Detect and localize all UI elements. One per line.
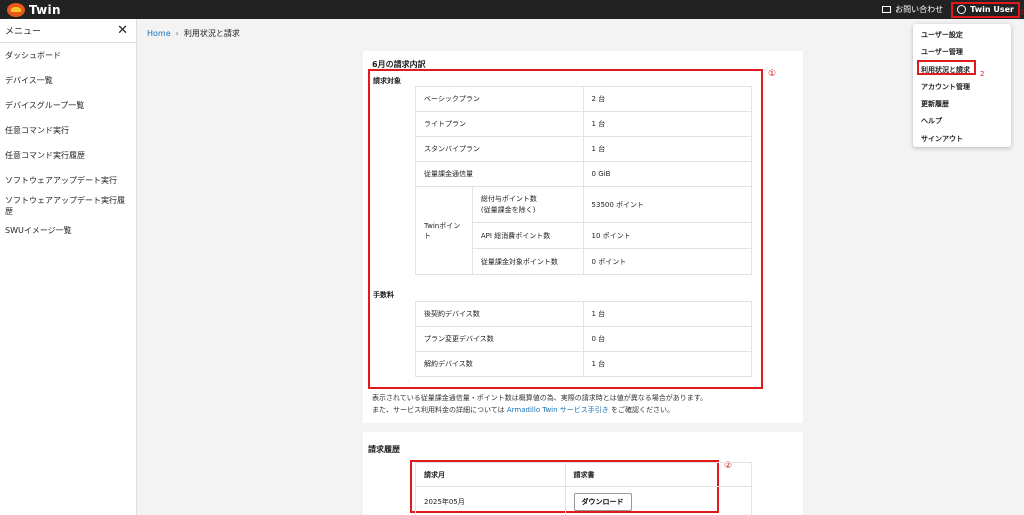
menu-item-user-settings[interactable]: ユーザー設定 — [921, 30, 963, 40]
menu-item-sign-out[interactable]: サインアウト — [921, 134, 963, 144]
plan-name: ライトプラン — [415, 111, 584, 137]
sidebar-item-label: ダッシュボード — [5, 51, 61, 60]
fee-name: 解約デバイス数 — [415, 351, 584, 377]
user-dropdown-menu: ユーザー設定 ユーザー管理 利用状況と請求 アカウント管理 更新履歴 ヘルプ サ… — [913, 24, 1011, 147]
billing-target-table: ベーシックプラン 2 台 ライトプラン 1 台 スタンバイプラン 1 台 従量課… — [415, 86, 753, 275]
points-name: 総付与ポイント数 (従量課金を除く) — [471, 186, 584, 223]
note-text: また、サービス利用料金の詳細については — [372, 406, 505, 414]
logo[interactable]: Twin — [7, 2, 61, 17]
service-guide-link[interactable]: Armadillo Twin サービス手引き — [507, 406, 609, 414]
breadcrumb-current: 利用状況と請求 — [183, 29, 240, 38]
column-header-month: 請求月 — [415, 462, 566, 487]
points-name: API 総消費ポイント数 — [471, 222, 584, 249]
annotation-marker-circle-1: ① — [768, 69, 777, 79]
fee-value: 1 台 — [582, 351, 752, 377]
annotation-marker-1: 1 — [1020, 9, 1024, 16]
sidebar-item-devices[interactable]: デバイス一覧 — [0, 68, 136, 93]
fees-label: 手数料 — [373, 291, 394, 299]
chevron-right-icon: › — [175, 29, 179, 38]
user-menu-button[interactable]: Twin User — [951, 1, 1020, 18]
history-title: 請求履歴 — [368, 445, 400, 454]
fee-name: 後契約デバイス数 — [415, 301, 584, 327]
fee-value: 0 台 — [582, 326, 752, 352]
plan-name: 従量課金通信量 — [415, 161, 584, 187]
sidebar-item-software-update[interactable]: ソフトウェアアップデート実行 — [0, 168, 136, 193]
sidebar-item-run-command[interactable]: 任意コマンド実行 — [0, 118, 136, 143]
breadcrumb: Home › 利用状況と請求 — [147, 28, 240, 39]
table-row: 2025年05月 ダウンロード — [415, 486, 753, 515]
annotation-box-menu — [917, 60, 976, 75]
fee-value: 1 台 — [582, 301, 752, 327]
mail-icon — [882, 6, 892, 13]
user-icon — [957, 5, 967, 14]
history-invoice-cell: ダウンロード — [564, 486, 753, 515]
sidebar-title: メニュー — [5, 27, 42, 37]
contact-link[interactable]: お問い合わせ — [882, 4, 943, 15]
download-button[interactable]: ダウンロード — [573, 492, 632, 511]
table-row: 従量課金通信量 0 GiB — [415, 161, 753, 187]
sidebar-item-label: デバイス一覧 — [5, 76, 53, 85]
plan-value: 1 台 — [582, 136, 753, 162]
plan-value: 2 台 — [582, 86, 753, 112]
points-value: 0 ポイント — [582, 248, 753, 275]
sidebar-item-label: デバイスグループ一覧 — [5, 101, 85, 110]
note-text: をご確認ください。 — [611, 406, 675, 414]
billing-note-line-1: 表示されている従量課金通信量・ポイント数は概算値の為、実際の請求時とは値が異なる… — [372, 394, 708, 402]
sidebar: メニュー ✕ ダッシュボード デバイス一覧 デバイスグループ一覧 任意コマンド実… — [0, 19, 137, 515]
points-name: 従量課金対象ポイント数 — [471, 248, 584, 275]
points-value: 10 ポイント — [582, 222, 753, 249]
history-month: 2025年05月 — [415, 486, 566, 515]
points-value: 53500 ポイント — [582, 186, 753, 223]
sidebar-item-label: SWUイメージ一覧 — [5, 226, 72, 235]
sidebar-item-dashboard[interactable]: ダッシュボード — [0, 43, 136, 68]
fee-name: プラン変更デバイス数 — [415, 326, 584, 352]
logo-icon — [7, 2, 25, 17]
table-row: ライトプラン 1 台 — [415, 111, 753, 137]
menu-item-update-history[interactable]: 更新履歴 — [921, 99, 949, 109]
sidebar-item-swu-images[interactable]: SWUイメージ一覧 — [0, 218, 136, 243]
history-table: 請求月 請求書 2025年05月 ダウンロード — [415, 462, 753, 515]
menu-item-account-management[interactable]: アカウント管理 — [921, 82, 970, 92]
twin-points-label: Twinポイント — [415, 186, 473, 275]
menu-item-help[interactable]: ヘルプ — [921, 116, 942, 126]
column-header-invoice: 請求書 — [564, 462, 753, 487]
fees-table: 後契約デバイス数 1 台 プラン変更デバイス数 0 台 解約デバイス数 1 台 — [415, 301, 752, 377]
table-row: スタンバイプラン 1 台 — [415, 136, 753, 162]
logo-text: Twin — [29, 2, 61, 17]
table-row: ベーシックプラン 2 台 — [415, 86, 753, 112]
sidebar-item-label: ソフトウェアアップデート実行 — [5, 176, 117, 185]
sidebar-item-command-history[interactable]: 任意コマンド実行履歴 — [0, 143, 136, 168]
table-header-row: 請求月 請求書 — [415, 462, 753, 487]
table-row: プラン変更デバイス数 0 台 — [415, 326, 752, 352]
sidebar-item-update-history[interactable]: ソフトウェアアップデート実行履歴 — [0, 193, 136, 218]
sidebar-item-label: 任意コマンド実行 — [5, 126, 69, 135]
menu-item-user-management[interactable]: ユーザー管理 — [921, 47, 963, 57]
sidebar-item-device-groups[interactable]: デバイスグループ一覧 — [0, 93, 136, 118]
billing-target-label: 請求対象 — [373, 77, 401, 85]
breadcrumb-home-link[interactable]: Home — [147, 29, 171, 38]
plan-value: 0 GiB — [582, 161, 753, 187]
sidebar-header: メニュー ✕ — [0, 19, 136, 43]
table-row: 解約デバイス数 1 台 — [415, 351, 752, 377]
plan-name: ベーシックプラン — [415, 86, 584, 112]
table-row: 後契約デバイス数 1 台 — [415, 301, 752, 327]
plan-value: 1 台 — [582, 111, 753, 137]
close-icon[interactable]: ✕ — [117, 24, 128, 37]
billing-note-line-2: また、サービス利用料金の詳細については Armadillo Twin サービス手… — [372, 405, 674, 415]
contact-label: お問い合わせ — [895, 5, 944, 14]
sidebar-item-label: 任意コマンド実行履歴 — [5, 151, 85, 160]
annotation-marker-2: 2 — [980, 70, 985, 78]
top-bar: Twin お問い合わせ Twin User 1 — [0, 0, 1024, 19]
table-row: Twinポイント 総付与ポイント数 (従量課金を除く) 53500 ポイント — [415, 186, 753, 275]
plan-name: スタンバイプラン — [415, 136, 584, 162]
user-label: Twin User — [970, 5, 1014, 14]
sidebar-item-label: ソフトウェアアップデート実行履歴 — [5, 195, 125, 216]
